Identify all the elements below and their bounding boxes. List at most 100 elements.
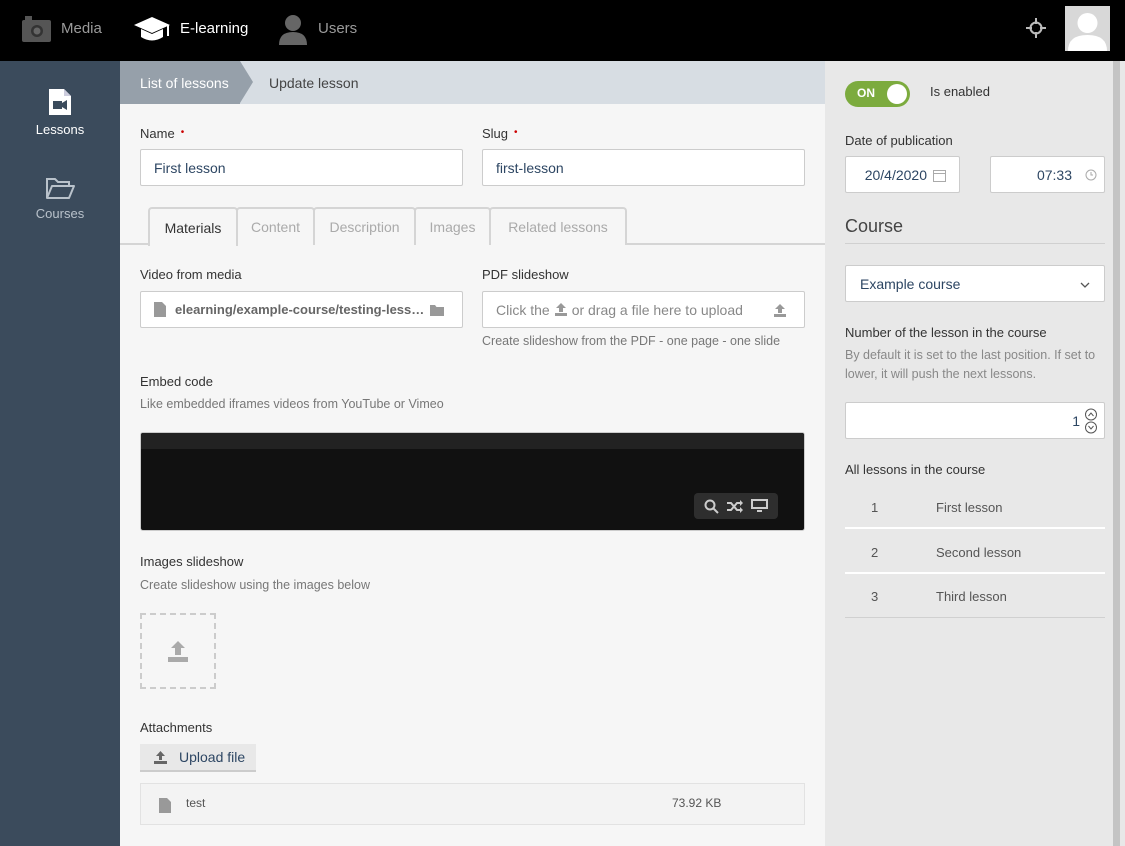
- name-label: Name •: [140, 126, 184, 141]
- lesson-number: 1: [871, 500, 879, 515]
- images-slideshow-hint: Create slideshow using the images below: [140, 578, 370, 592]
- time-value: 07:33: [1036, 166, 1072, 183]
- course-select[interactable]: Example course: [845, 265, 1105, 302]
- pdf-placeholder-start: Click the: [496, 301, 550, 318]
- enabled-toggle[interactable]: ON: [845, 81, 910, 107]
- top-navigation-bar: Media E-learning Users: [0, 0, 1125, 61]
- list-item[interactable]: 2 Second lesson: [845, 530, 1105, 574]
- embed-hint: Like embedded iframes videos from YouTub…: [140, 397, 444, 411]
- upload-icon: [168, 641, 188, 662]
- name-label-text: Name: [140, 126, 175, 141]
- topnav-label: E-learning: [180, 20, 249, 37]
- required-mark: •: [514, 127, 518, 138]
- list-item[interactable]: 1 First lesson: [845, 485, 1105, 529]
- slug-label-text: Slug: [482, 126, 509, 141]
- breadcrumb-arrow: [240, 61, 253, 103]
- breadcrumb-list-of-lessons[interactable]: List of lessons: [120, 61, 240, 104]
- date-value: 20/4/2020: [864, 166, 927, 183]
- toggle-state: ON: [857, 86, 875, 100]
- tab-related-lessons[interactable]: Related lessons: [489, 207, 627, 245]
- images-slideshow-label: Images slideshow: [140, 554, 244, 569]
- course-selected: Example course: [860, 275, 961, 292]
- breadcrumb: List of lessons Update lesson: [120, 61, 825, 104]
- avatar[interactable]: [1065, 6, 1110, 51]
- video-value: elearning/example-course/testing-less…: [175, 302, 425, 317]
- lesson-number: 2: [871, 545, 879, 560]
- clock-icon[interactable]: [1085, 169, 1097, 181]
- attachment-size: 73.92 KB: [672, 796, 722, 810]
- attachment-name: test: [186, 796, 206, 810]
- all-lessons-label: All lessons in the course: [845, 462, 986, 477]
- graduation-cap-icon: [133, 15, 171, 43]
- date-field[interactable]: 20/4/2020: [845, 156, 960, 193]
- tab-content[interactable]: Content: [236, 207, 315, 245]
- attachment-row[interactable]: test 73.92 KB: [140, 783, 805, 825]
- file-icon: [159, 798, 171, 813]
- file-icon: [154, 302, 166, 317]
- attachments-label: Attachments: [140, 720, 213, 735]
- image-upload-dropzone[interactable]: [140, 613, 216, 689]
- search-icon[interactable]: [704, 499, 719, 514]
- topnav-item-elearning[interactable]: E-learning: [133, 0, 248, 57]
- slug-label: Slug •: [482, 126, 518, 141]
- embed-code-editor[interactable]: [140, 432, 805, 531]
- topnav-label: Users: [318, 20, 358, 37]
- toggle-knob: [887, 84, 907, 104]
- editor-gutter: [141, 433, 804, 449]
- video-label: Video from media: [140, 267, 242, 282]
- tab-description[interactable]: Description: [313, 207, 416, 245]
- calendar-icon[interactable]: [933, 169, 946, 182]
- lesson-number-input[interactable]: 1: [845, 402, 1105, 439]
- tab-images[interactable]: Images: [414, 207, 491, 245]
- video-field[interactable]: elearning/example-course/testing-less…: [140, 291, 463, 328]
- folder-icon[interactable]: [430, 305, 444, 316]
- lesson-number-hint: By default it is set to the last positio…: [845, 348, 1096, 381]
- main-content: List of lessons Update lesson Name • Firs…: [120, 61, 825, 846]
- name-field[interactable]: First lesson: [140, 149, 463, 186]
- lesson-number-label: Number of the lesson in the course: [845, 325, 1047, 340]
- sidebar: Lessons Courses: [0, 61, 120, 846]
- lesson-name: First lesson: [936, 500, 1003, 515]
- editor-toolbar: [694, 493, 778, 519]
- enabled-label: Is enabled: [930, 84, 990, 99]
- sidebar-item-courses[interactable]: Courses: [0, 176, 120, 221]
- sidebar-item-label: Lessons: [35, 122, 85, 137]
- lesson-number-value: 1: [1072, 412, 1080, 429]
- shuffle-icon[interactable]: [727, 499, 743, 513]
- settings-panel: ON Is enabled Date of publication 20/4/2…: [825, 61, 1125, 846]
- upload-file-button[interactable]: Upload file: [140, 744, 256, 772]
- lesson-name: Second lesson: [936, 545, 1022, 560]
- list-item[interactable]: 3 Third lesson: [845, 574, 1105, 618]
- video-file-icon: [49, 89, 71, 115]
- topnav-item-media[interactable]: Media: [21, 0, 102, 57]
- crosshair-icon[interactable]: [1025, 17, 1047, 39]
- breadcrumb-current: Update lesson: [269, 74, 359, 91]
- tab-materials[interactable]: Materials: [148, 207, 238, 246]
- course-heading: Course: [845, 216, 904, 236]
- folder-open-icon: [46, 178, 75, 199]
- sidebar-item-label: Courses: [35, 206, 85, 221]
- slug-field[interactable]: first-lesson: [482, 149, 805, 186]
- camera-icon: [21, 15, 52, 43]
- divider: [845, 243, 1105, 244]
- embed-label: Embed code: [140, 374, 213, 389]
- pdf-hint: Create slideshow from the PDF - one page…: [482, 334, 781, 348]
- upload-icon: [154, 750, 167, 764]
- monitor-icon[interactable]: [751, 499, 768, 513]
- upload-file-label: Upload file: [179, 749, 246, 765]
- pdf-placeholder-end: or drag a file here to upload: [571, 301, 743, 318]
- user-icon: [277, 13, 309, 45]
- sidebar-item-lessons[interactable]: Lessons: [0, 88, 120, 137]
- pdf-upload-field[interactable]: Click the or drag a file here to upload: [482, 291, 805, 328]
- required-mark: •: [180, 127, 185, 138]
- upload-icon: [554, 303, 567, 316]
- stepper-icon[interactable]: [1085, 408, 1097, 434]
- lesson-name: Third lesson: [936, 589, 1007, 604]
- pdf-label: PDF slideshow: [482, 267, 569, 282]
- date-label: Date of publication: [845, 133, 953, 148]
- topnav-label: Media: [61, 20, 102, 37]
- scrollbar[interactable]: [1113, 61, 1120, 846]
- upload-icon[interactable]: [773, 304, 787, 317]
- time-field[interactable]: 07:33: [990, 156, 1105, 193]
- topnav-item-users[interactable]: Users: [277, 0, 357, 57]
